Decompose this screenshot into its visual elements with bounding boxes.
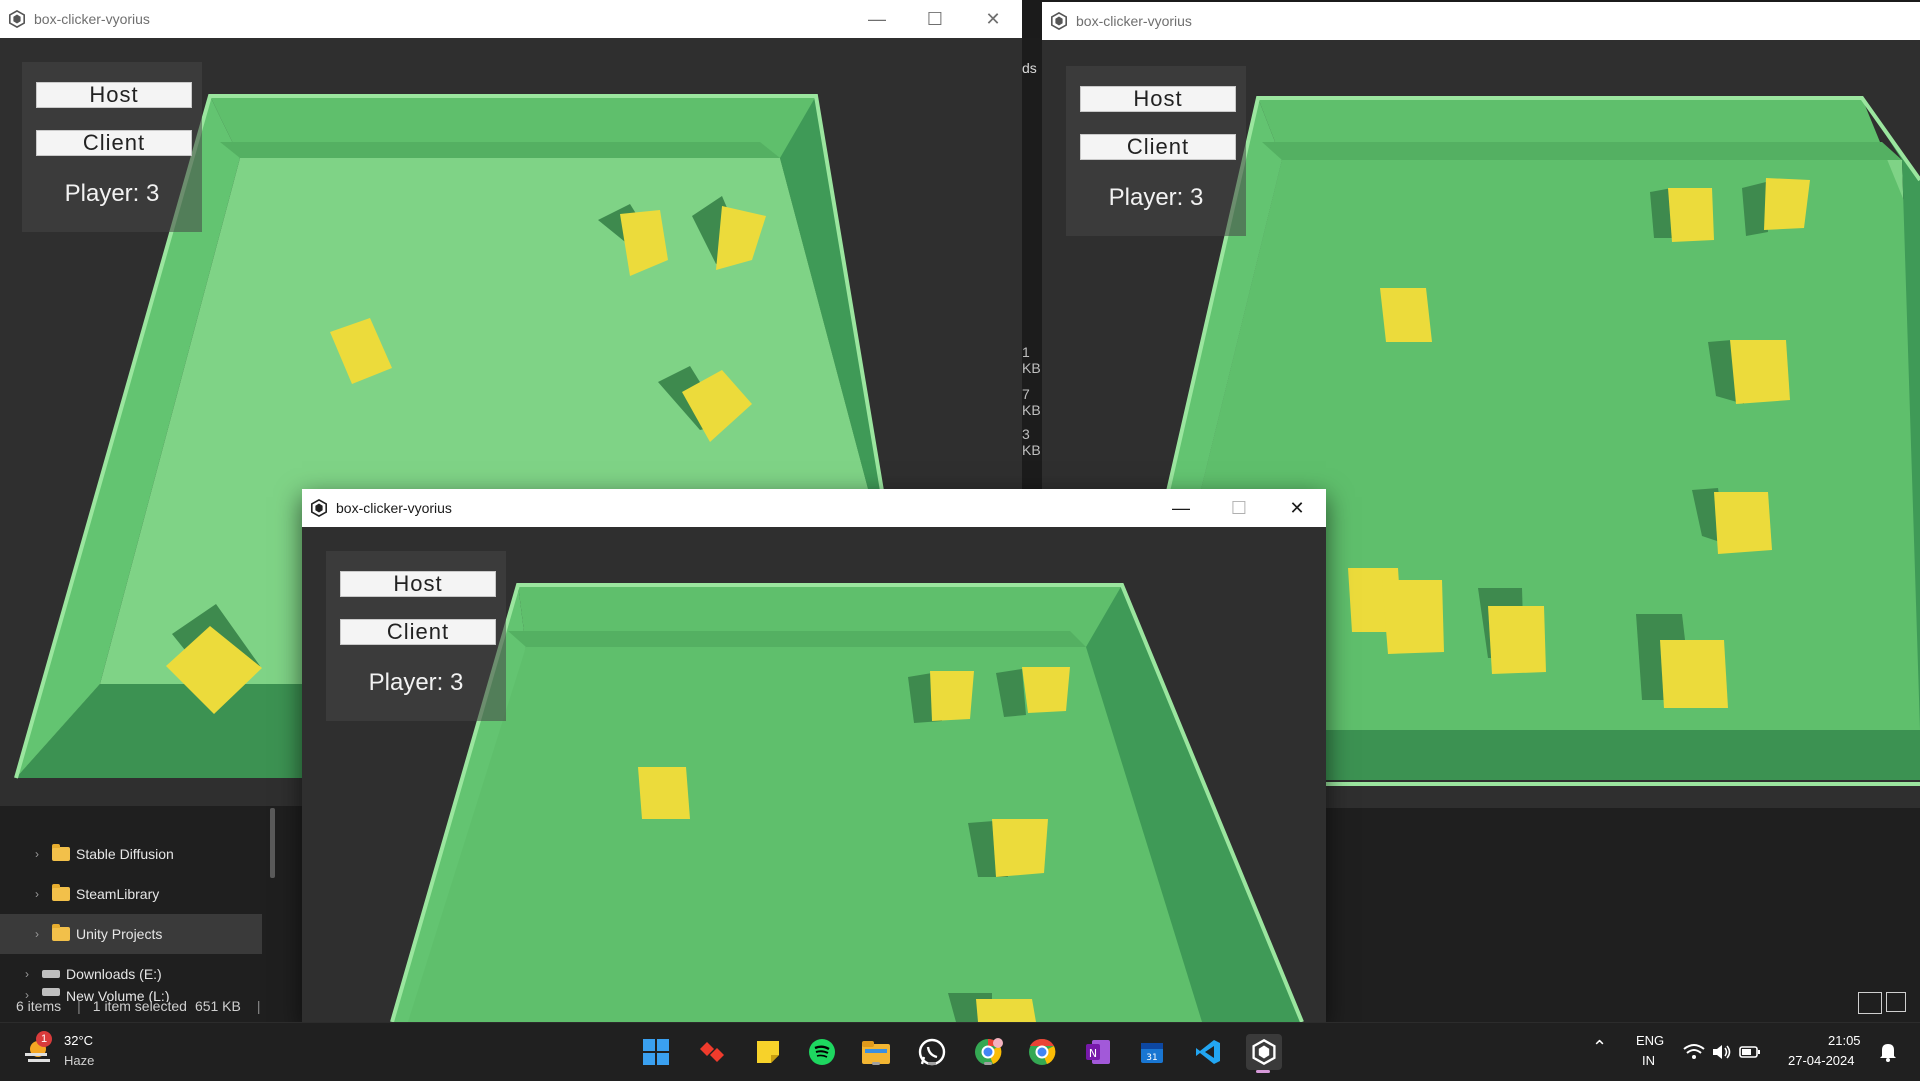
network-ui-panel: Host Client Player: 3 [326, 551, 506, 721]
whatsapp-icon[interactable] [916, 1036, 948, 1068]
clock-date[interactable]: 27-04-2024 [1788, 1053, 1855, 1068]
active-indicator [1256, 1070, 1270, 1073]
explorer-peek-strip: ds 1 KB 7 KB 3 KB [1022, 38, 1042, 488]
window-title: box-clicker-vyorius [34, 11, 150, 27]
language-indicator[interactable]: ENG [1636, 1033, 1664, 1048]
box [1742, 178, 1810, 236]
network-ui-panel: Host Client Player: 3 [1066, 66, 1246, 236]
box [1380, 288, 1432, 342]
weather-condition: Haze [64, 1053, 95, 1068]
peek-size: 1 KB [1022, 344, 1041, 376]
chevron-right-icon[interactable]: › [28, 927, 46, 941]
host-button[interactable]: Host [340, 571, 496, 597]
client-button[interactable]: Client [36, 130, 192, 156]
title-bar[interactable]: box-clicker-vyorius — ☐ ✕ [302, 489, 1326, 528]
arena-wall-back [508, 631, 1086, 647]
game-viewport[interactable]: Host Client Player: 3 [302, 527, 1326, 1022]
folder-icon [52, 844, 70, 861]
arena-wall-back [220, 142, 780, 158]
close-button[interactable]: ✕ [964, 0, 1022, 38]
chrome-icon[interactable] [1026, 1036, 1058, 1068]
running-indicator [984, 1062, 992, 1065]
tree-item-label: Unity Projects [76, 926, 163, 942]
unity-app-icon [8, 10, 26, 28]
clock-time[interactable]: 21:05 [1828, 1033, 1861, 1048]
unity-app-icon [310, 499, 328, 517]
volume-icon[interactable] [1710, 1036, 1734, 1068]
peek-size: 3 KB [1022, 426, 1041, 458]
tree-item-label: Stable Diffusion [76, 846, 174, 862]
tree-item-unity-projects[interactable]: › Unity Projects [0, 914, 262, 954]
status-selected: 1 item selected [92, 998, 187, 1014]
box [638, 767, 690, 819]
chrome-profile-icon[interactable] [972, 1036, 1004, 1068]
unity-icon[interactable] [1246, 1034, 1282, 1073]
scrollbar-thumb[interactable] [270, 808, 275, 878]
chevron-right-icon[interactable]: › [28, 887, 46, 901]
battery-icon[interactable] [1738, 1036, 1762, 1068]
running-indicator [928, 1062, 936, 1065]
weather-widget[interactable]: 1 [22, 1031, 58, 1069]
client-button[interactable]: Client [1080, 134, 1236, 160]
status-separator: | [77, 998, 81, 1014]
svg-text:N: N [1089, 1047, 1097, 1060]
anydesk-icon[interactable] [696, 1036, 728, 1068]
peek-text: ds [1022, 60, 1037, 76]
region-indicator[interactable]: IN [1642, 1053, 1655, 1068]
windows-start-icon[interactable] [640, 1036, 672, 1068]
client-button[interactable]: Client [340, 619, 496, 645]
minimize-button[interactable]: — [1152, 489, 1210, 527]
running-indicator [872, 1062, 880, 1065]
spotify-icon[interactable] [806, 1036, 838, 1068]
file-explorer-icon[interactable] [860, 1036, 892, 1068]
title-bar[interactable]: box-clicker-vyorius — ☐ ✕ [0, 0, 1022, 38]
tree-item-label: Downloads (E:) [66, 966, 162, 982]
tree-item-label: SteamLibrary [76, 886, 160, 902]
folder-icon [52, 884, 70, 901]
window-title: box-clicker-vyorius [1076, 13, 1192, 29]
chevron-right-icon[interactable]: › [18, 967, 36, 981]
wifi-icon[interactable] [1682, 1036, 1706, 1068]
host-button[interactable]: Host [1080, 86, 1236, 112]
maximize-button[interactable]: ☐ [1210, 489, 1268, 527]
calendar-icon[interactable]: 31 [1136, 1036, 1168, 1068]
peek-size: 7 KB [1022, 386, 1041, 418]
player-count-label: Player: 3 [1108, 184, 1204, 211]
network-ui-panel: Host Client Player: 3 [22, 62, 202, 232]
arena-wall-back [1262, 142, 1902, 160]
player-count-label: Player: 3 [64, 180, 160, 207]
svg-text:31: 31 [1146, 1053, 1157, 1063]
onenote-icon[interactable]: N [1082, 1036, 1114, 1068]
notification-badge: 1 [36, 1031, 52, 1047]
status-separator: | [256, 998, 261, 1014]
box [996, 667, 1070, 717]
box [1708, 340, 1790, 404]
box [908, 671, 974, 723]
host-button[interactable]: Host [36, 82, 192, 108]
title-bar[interactable]: box-clicker-vyorius [1042, 2, 1920, 40]
close-button[interactable]: ✕ [1268, 489, 1326, 527]
drive-icon [42, 970, 60, 978]
taskbar: 1 32°C Haze N 31 ⌃ ENG IN 21:05 27-04-20… [0, 1022, 1920, 1081]
minimize-button[interactable]: — [848, 0, 906, 38]
sticky-notes-icon[interactable] [752, 1036, 784, 1068]
window-title: box-clicker-vyorius [336, 500, 452, 516]
notification-bell-icon[interactable] [1876, 1036, 1900, 1068]
unity-app-icon [1050, 12, 1068, 30]
chevron-right-icon[interactable]: › [28, 847, 46, 861]
weather-temp: 32°C [64, 1033, 94, 1048]
maximize-button[interactable]: ☐ [906, 0, 964, 38]
box [1650, 188, 1714, 242]
tree-item-steamlibrary[interactable]: › SteamLibrary [0, 874, 262, 914]
player-count-label: Player: 3 [368, 669, 464, 696]
chevron-up-icon[interactable]: ⌃ [1592, 1037, 1607, 1058]
status-size: 651 KB [194, 998, 241, 1014]
folder-icon [52, 924, 70, 941]
box [968, 819, 1048, 877]
game-window-3[interactable]: box-clicker-vyorius — ☐ ✕ Host Client Pl… [302, 489, 1326, 1022]
vscode-icon[interactable] [1192, 1036, 1224, 1068]
status-item-count: 6 items [16, 998, 62, 1014]
tree-item-stable-diffusion[interactable]: › Stable Diffusion [0, 834, 262, 874]
